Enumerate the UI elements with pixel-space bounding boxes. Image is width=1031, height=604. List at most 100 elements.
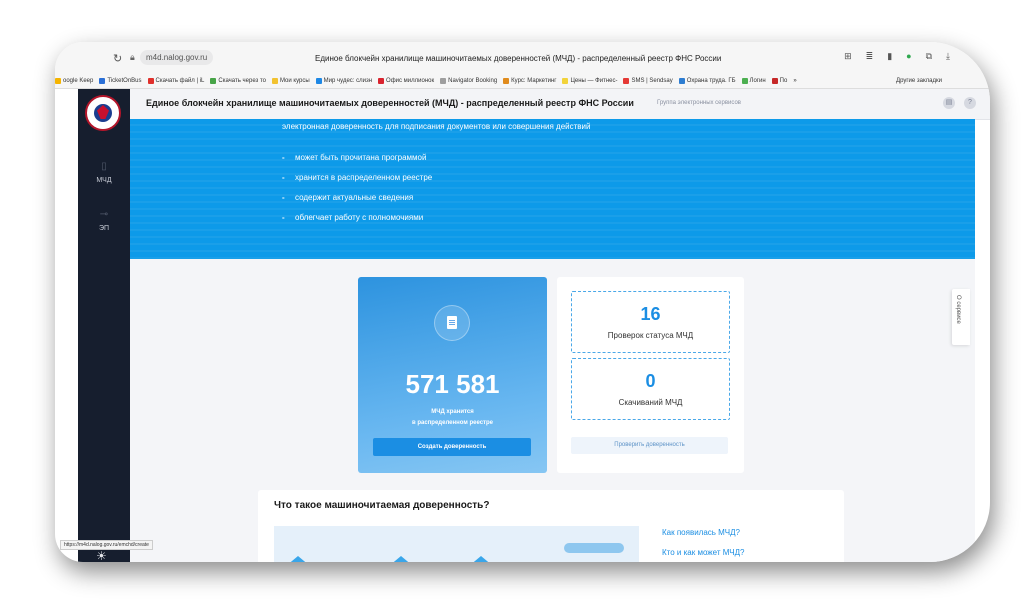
about-tab-label: О сервисе xyxy=(955,295,961,324)
key-icon: ⊸ xyxy=(99,209,109,220)
bookmark-label: Мои курсы xyxy=(279,78,310,84)
bullet-dash-icon: - xyxy=(282,213,285,222)
main-content: 571 581 МЧД хранится в распределенном ре… xyxy=(130,259,975,562)
list-item: - облегчает работу с полномочиями xyxy=(282,213,432,222)
check-proxy-button[interactable]: Проверить доверенность xyxy=(571,437,728,454)
history-link[interactable]: Как появилась МЧД? xyxy=(662,528,740,537)
bookmark-item[interactable]: Охрана труда. ГБ xyxy=(678,78,736,84)
bookmark-label: TicketOnBus xyxy=(107,78,142,84)
bullet-dash-icon: - xyxy=(282,153,285,162)
mountain-shape xyxy=(469,556,493,562)
bookmark-favicon-icon xyxy=(562,78,569,84)
page-title: Единое блокчейн хранилище машиночитаемых… xyxy=(146,98,634,108)
help-icon[interactable]: ? xyxy=(964,97,976,109)
caption-line: в распределенном реестре xyxy=(411,420,493,426)
bookmark-item[interactable]: SMS | Sendsay xyxy=(623,78,673,84)
checks-count: 16 xyxy=(640,304,661,324)
bullet-text: может быть прочитана программой xyxy=(295,153,427,162)
list-item: - содержит актуальные сведения xyxy=(282,193,432,202)
bookmark-item[interactable]: По xyxy=(771,78,788,84)
header-subtitle[interactable]: Группа электронных сервисов xyxy=(657,100,741,106)
about-service-tab[interactable]: О сервисе xyxy=(952,289,970,345)
bookmark-label: Скачать файл | iL xyxy=(155,78,205,84)
total-caption: МЧД хранится в распределенном реестре xyxy=(358,407,547,429)
fns-logo[interactable] xyxy=(85,95,121,131)
download-icon[interactable]: ⤓ xyxy=(946,51,950,62)
document-icon xyxy=(447,316,457,329)
downloads-stat: 0 Скачиваний МЧД xyxy=(571,358,730,420)
extensions-icon[interactable]: ⊞ xyxy=(844,51,852,62)
bookmark-item[interactable]: Логин xyxy=(741,78,766,84)
downloads-label: Скачиваний МЧД xyxy=(618,398,683,407)
chat-icon[interactable]: ▤ xyxy=(943,97,955,109)
bookmark-item[interactable]: Курс: Маркетинг xyxy=(503,78,556,84)
downloads-count: 0 xyxy=(645,371,656,391)
sidebar-item-label: ЭП xyxy=(98,225,110,232)
bookmarks-bar: oogle Keep TicketOnBus Скачать файл | iL… xyxy=(55,74,990,89)
bookmark-favicon-icon xyxy=(741,78,748,84)
address-bar: ↻ 🔒︎ m4d.nalog.gov.ru Единое блокчейн хр… xyxy=(55,42,990,74)
document-icon: ▯ xyxy=(101,161,107,172)
whatis-section: Что такое машиночитаемая доверенность? К… xyxy=(258,490,844,562)
bookmark-icon[interactable]: ▮ xyxy=(887,51,892,62)
list-item: - может быть прочитана программой xyxy=(282,153,432,162)
bookmark-item[interactable]: Мир чудес: слизн xyxy=(315,78,372,84)
bookmark-favicon-icon xyxy=(771,78,778,84)
bookmark-item[interactable]: oogle Keep xyxy=(55,78,93,84)
bookmark-item[interactable]: Скачать через то xyxy=(210,78,266,84)
status-bar-url: https://m4d.nalog.gov.ru/emchd/create xyxy=(60,540,153,550)
browser-window: ↻ 🔒︎ m4d.nalog.gov.ru Единое блокчейн хр… xyxy=(55,42,990,562)
bookmark-favicon-icon xyxy=(503,78,510,84)
bookmark-item[interactable]: Офис миллионок xyxy=(378,78,434,84)
checks-label: Проверок статуса МЧД xyxy=(607,331,694,340)
browser-toolbar: ⊞ ≣ ▮ ● ⧉ ⤓ xyxy=(844,51,950,62)
bullet-text: содержит актуальные сведения xyxy=(295,193,414,202)
bookmark-label: Цены — Фитнес- xyxy=(570,78,618,84)
bookmark-item[interactable]: Мои курсы xyxy=(271,78,310,84)
bookmark-favicon-icon xyxy=(678,78,685,84)
bookmark-favicon-icon xyxy=(623,78,630,84)
shield-icon[interactable]: ● xyxy=(906,51,911,62)
bullet-text: облегчает работу с полномочиями xyxy=(295,213,424,222)
sidebar: ▯ МЧД ⊸ ЭП ☀ xyxy=(78,89,130,562)
bookmark-label: По xyxy=(779,78,788,84)
bullet-text: хранится в распределенном реестре xyxy=(295,173,433,182)
bookmark-favicon-icon xyxy=(315,78,322,84)
activity-card: 16 Проверок статуса МЧД 0 Скачиваний МЧД… xyxy=(557,277,744,473)
bookmark-favicon-icon xyxy=(147,78,154,84)
other-bookmarks-button[interactable]: Другие закладки xyxy=(892,74,942,88)
url-field[interactable]: m4d.nalog.gov.ru xyxy=(140,50,214,65)
document-badge xyxy=(434,305,470,341)
reader-icon[interactable]: ≣ xyxy=(866,51,874,62)
bookmark-label: Курс: Маркетинг xyxy=(511,78,557,84)
bookmark-favicon-icon xyxy=(55,78,61,84)
sidebar-item-ep[interactable]: ⊸ ЭП xyxy=(78,209,130,232)
create-proxy-button[interactable]: Создать доверенность xyxy=(373,438,531,456)
bookmark-favicon-icon xyxy=(271,78,278,84)
bookmark-item[interactable]: Скачать файл | iL xyxy=(147,78,205,84)
faq-link[interactable]: Кто и как может МЧД? xyxy=(662,548,745,557)
bookmark-item[interactable]: TicketOnBus xyxy=(99,78,142,84)
hero-banner: электронная доверенность для подписания … xyxy=(130,119,975,259)
bookmark-item[interactable]: Navigator Booking xyxy=(440,78,497,84)
lock-icon[interactable]: 🔒︎ xyxy=(130,52,135,63)
collections-icon[interactable]: ⧉ xyxy=(926,51,932,62)
list-item: - хранится в распределенном реестре xyxy=(282,173,432,182)
reload-icon[interactable]: ↻ xyxy=(113,52,122,65)
mountain-shape xyxy=(389,556,413,562)
illustration xyxy=(274,526,639,562)
bookmark-favicon-icon xyxy=(378,78,385,84)
banner-text: электронная доверенность для подписания … xyxy=(282,122,591,131)
more-bookmarks-button[interactable]: » xyxy=(793,78,796,84)
bookmark-label: SMS | Sendsay xyxy=(631,78,673,84)
app-header: Единое блокчейн хранилище машиночитаемых… xyxy=(130,89,990,120)
bookmark-item[interactable]: Цены — Фитнес- xyxy=(562,78,617,84)
theme-toggle-icon[interactable]: ☀ xyxy=(96,549,107,562)
bookmark-label: Navigator Booking xyxy=(448,78,498,84)
bookmark-favicon-icon xyxy=(99,78,106,84)
bookmark-label: Охрана труда. ГБ xyxy=(686,78,736,84)
sidebar-item-mchd[interactable]: ▯ МЧД xyxy=(78,161,130,184)
total-stat-card: 571 581 МЧД хранится в распределенном ре… xyxy=(358,277,547,473)
total-count: 571 581 xyxy=(405,369,500,399)
bullet-dash-icon: - xyxy=(282,193,285,202)
